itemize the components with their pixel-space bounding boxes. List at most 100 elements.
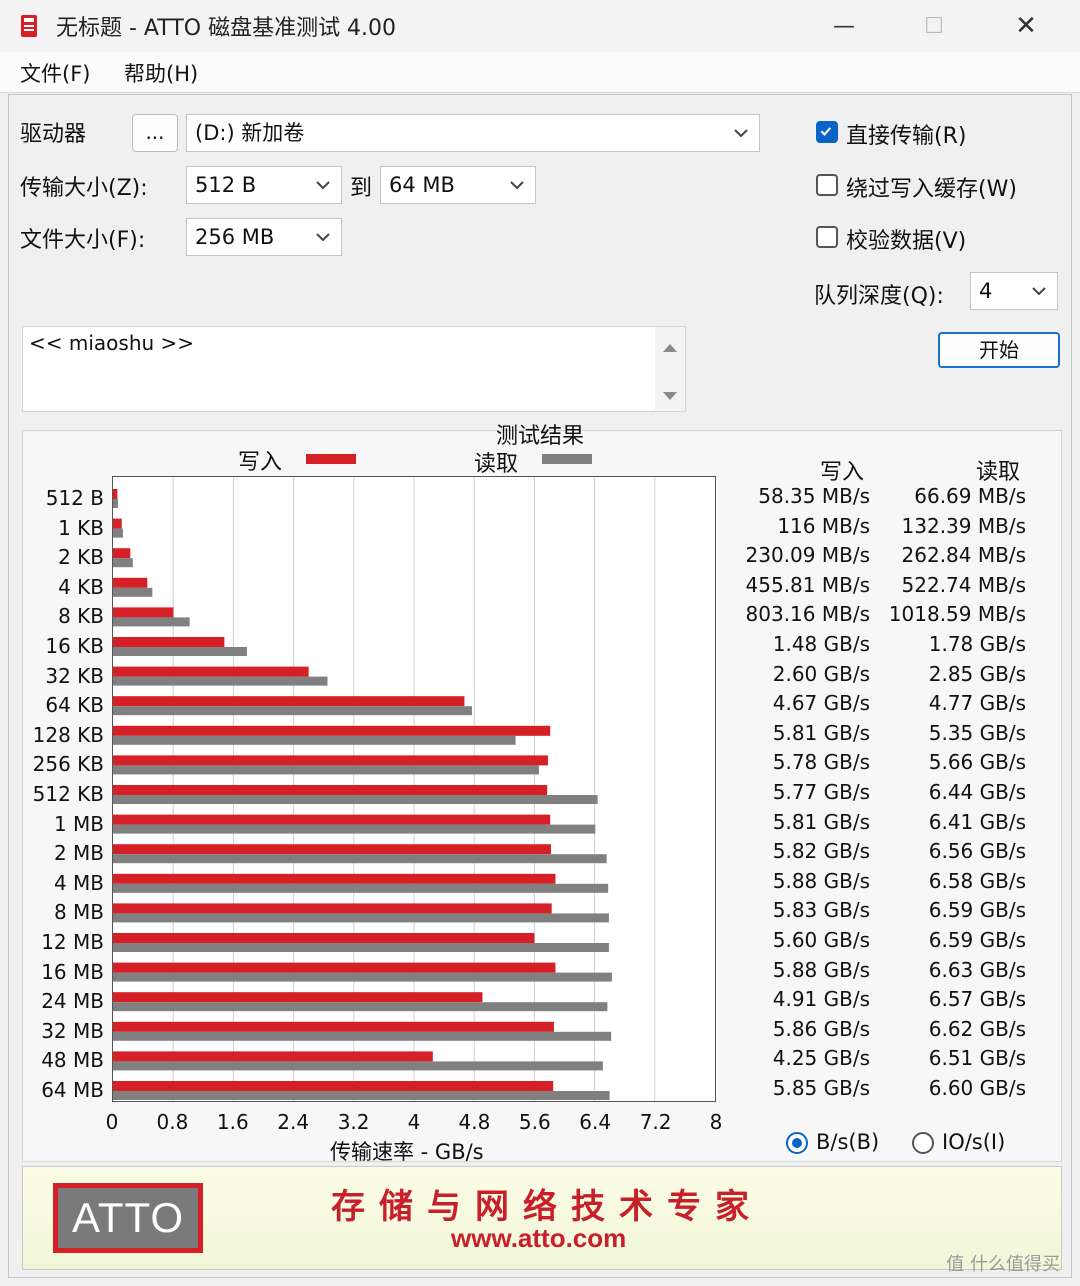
read-bar	[113, 943, 609, 952]
chevron-down-icon	[316, 181, 330, 190]
x-tick-label: 0.8	[156, 1110, 189, 1134]
verify-data-label[interactable]: 校验数据(V)	[846, 223, 966, 255]
read-value: 2.85 GB/s	[928, 661, 1026, 686]
write-bar	[113, 962, 556, 973]
legend-read-swatch	[542, 454, 592, 464]
file-size-select[interactable]: 256 MB	[186, 218, 342, 256]
queue-depth-select[interactable]: 4	[970, 272, 1058, 310]
read-bar	[113, 1031, 612, 1041]
transfer-from-select[interactable]: 512 B	[186, 166, 342, 204]
write-bar	[113, 903, 552, 914]
x-tick-label: 2.4	[277, 1110, 310, 1134]
write-value: 116 MB/s	[777, 513, 870, 538]
transfer-size-row-label: 32 MB	[41, 1018, 104, 1043]
transfer-size-row-label: 16 MB	[41, 959, 104, 984]
read-value: 522.74 MB/s	[901, 572, 1026, 597]
file-size-label: 文件大小(F):	[20, 228, 146, 253]
write-value: 58.35 MB/s	[758, 484, 870, 508]
atto-banner[interactable]: ATTO 存储与网络技术专家 www.atto.com	[22, 1166, 1062, 1270]
browse-button[interactable]: ...	[132, 114, 178, 152]
start-button[interactable]: 开始	[938, 332, 1060, 368]
file-size-value: 256 MB	[195, 225, 275, 249]
transfer-size-row-label: 32 KB	[45, 663, 104, 688]
read-value: 262.84 MB/s	[901, 543, 1026, 568]
read-value: 6.63 GB/s	[928, 957, 1026, 982]
read-value: 5.66 GB/s	[928, 750, 1026, 775]
read-value: 6.58 GB/s	[928, 868, 1026, 893]
transfer-size-row-label: 1 KB	[58, 515, 104, 540]
x-tick-label: 4.8	[458, 1110, 491, 1134]
direct-io-checkbox[interactable]	[816, 121, 838, 143]
transfer-size-row-label: 512 KB	[32, 782, 104, 806]
close-button[interactable]: ✕	[998, 6, 1054, 46]
write-bar	[113, 577, 148, 588]
bypass-cache-checkbox[interactable]	[816, 174, 838, 196]
menu-help[interactable]: 帮助(H)	[124, 58, 198, 88]
write-bar	[113, 1081, 554, 1091]
transfer-size-row-label: 2 MB	[53, 841, 104, 866]
unit-ios-label[interactable]: IO/s(I)	[942, 1130, 1005, 1154]
transfer-size-row-label: 16 KB	[45, 634, 104, 658]
transfer-size-label: 传输大小(Z):	[20, 176, 148, 201]
menu-file[interactable]: 文件(F)	[20, 58, 90, 88]
read-bar	[113, 499, 119, 508]
transfer-size-row-label: 64 KB	[45, 693, 104, 718]
title-bar: 无标题 - ATTO 磁盘基准测试 4.00 — ☐ ✕	[0, 0, 1080, 52]
read-value: 132.39 MB/s	[901, 513, 1026, 538]
description-text: << miaoshu >>	[29, 331, 195, 355]
transfer-to-select[interactable]: 64 MB	[380, 166, 536, 204]
unit-ios-radio[interactable]	[912, 1132, 934, 1154]
write-value: 5.78 GB/s	[772, 750, 870, 775]
x-axis-label: 传输速率 - GB/s	[330, 1140, 484, 1164]
x-tick-label: 4	[407, 1110, 421, 1134]
unit-bs-radio[interactable]	[786, 1132, 808, 1154]
read-value: 6.60 GB/s	[928, 1076, 1026, 1100]
write-value: 5.82 GB/s	[772, 839, 870, 864]
transfer-size-row-label: 48 MB	[41, 1048, 104, 1073]
bypass-cache-label[interactable]: 绕过写入缓存(W)	[846, 171, 1017, 203]
legend-read-label: 读取	[474, 452, 519, 477]
direct-io-label[interactable]: 直接传输(R)	[846, 118, 966, 150]
write-value: 5.60 GB/s	[772, 928, 870, 952]
read-bar	[113, 528, 123, 538]
write-bar	[113, 992, 483, 1003]
read-bar	[113, 972, 612, 982]
drive-select[interactable]: (D:) 新加卷	[186, 114, 760, 152]
write-bar	[113, 1021, 554, 1032]
read-value: 6.56 GB/s	[928, 839, 1026, 864]
write-value: 230.09 MB/s	[745, 543, 870, 568]
unit-bs-label[interactable]: B/s(B)	[816, 1130, 879, 1154]
scroll-down-icon[interactable]	[655, 381, 685, 411]
transfer-size-row-label: 64 MB	[41, 1078, 104, 1102]
write-bar	[113, 725, 551, 736]
description-scrollbar[interactable]	[655, 327, 685, 411]
minimize-button[interactable]: —	[816, 6, 872, 46]
write-bar	[113, 518, 122, 529]
transfer-size-row-label: 4 MB	[53, 870, 104, 895]
app-disk-icon	[21, 15, 37, 37]
description-textarea[interactable]: << miaoshu >>	[22, 326, 686, 412]
transfer-size-row-label: 4 KB	[58, 574, 104, 599]
atto-logo: ATTO	[53, 1183, 203, 1253]
transfer-to-value: 64 MB	[389, 173, 455, 197]
write-value: 803.16 MB/s	[745, 602, 870, 627]
read-value: 66.69 MB/s	[914, 484, 1026, 508]
menu-bar: 文件(F) 帮助(H)	[0, 52, 1080, 93]
write-bar	[113, 1051, 433, 1062]
scroll-up-icon[interactable]	[655, 333, 685, 363]
x-tick-label: 7.2	[639, 1110, 672, 1134]
banner-url[interactable]: www.atto.com	[451, 1223, 626, 1254]
read-bar	[113, 617, 190, 627]
write-value: 4.25 GB/s	[772, 1046, 870, 1071]
write-value: 5.81 GB/s	[772, 720, 870, 745]
read-value: 5.35 GB/s	[928, 720, 1026, 745]
write-value: 5.85 GB/s	[772, 1076, 870, 1100]
atto-window: 无标题 - ATTO 磁盘基准测试 4.00 — ☐ ✕ 文件(F) 帮助(H)…	[0, 0, 1080, 1286]
maximize-button[interactable]: ☐	[906, 6, 962, 46]
read-bar	[113, 824, 596, 834]
write-column-header: 写入	[820, 460, 865, 485]
verify-data-checkbox[interactable]	[816, 226, 838, 248]
window-title: 无标题 - ATTO 磁盘基准测试 4.00	[56, 16, 397, 41]
write-bar	[113, 696, 465, 707]
read-bar	[113, 883, 609, 893]
